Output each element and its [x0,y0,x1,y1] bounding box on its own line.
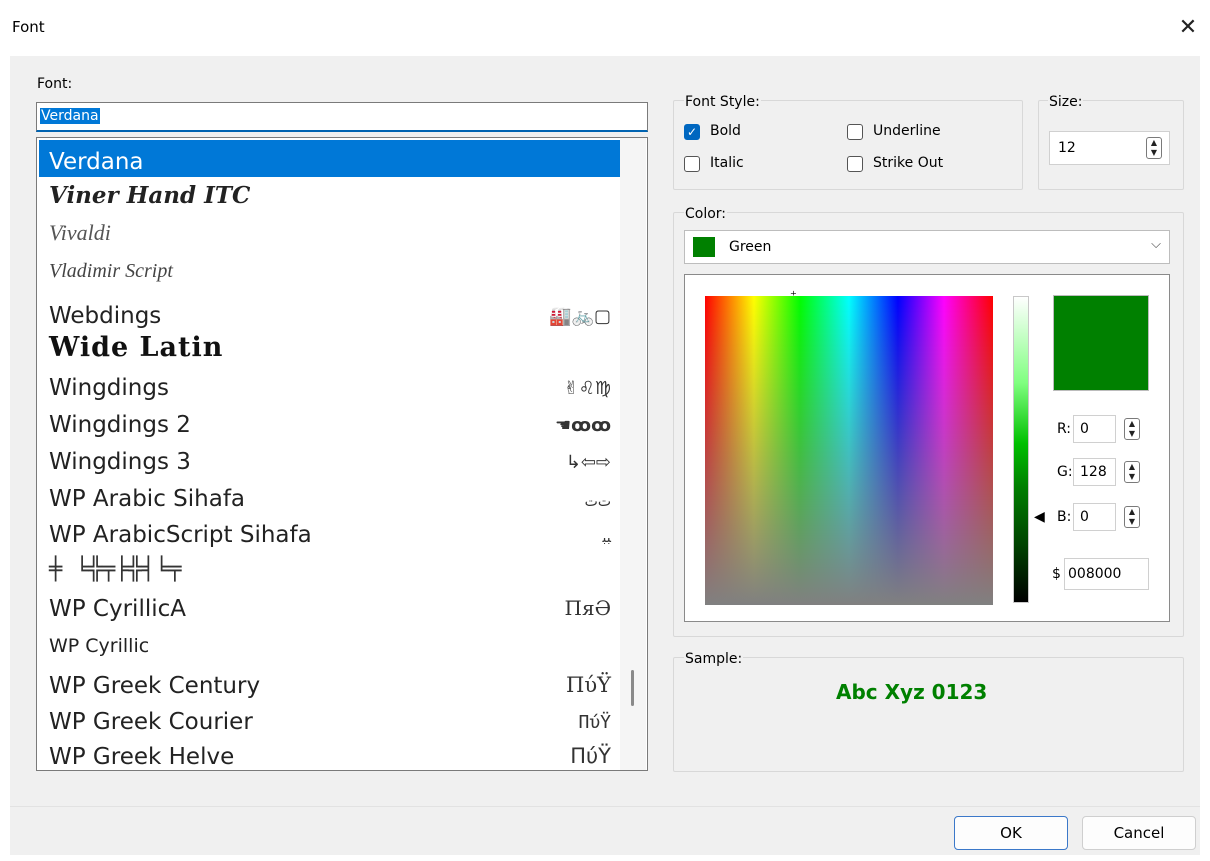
bold-label[interactable]: Bold [710,123,741,139]
color-spectrum[interactable] [705,296,993,605]
font-item-name: WP Greek Century [49,673,261,699]
green-spin-buttons[interactable]: ▲ ▼ [1124,461,1140,483]
italic-checkbox[interactable] [684,156,700,172]
font-list-item[interactable]: Vladimir Script [39,248,621,285]
font-style-label: Font Style: [684,94,761,110]
red-label: R: [1057,421,1072,437]
title-bar [0,0,1210,56]
strikeout-label[interactable]: Strike Out [873,155,943,171]
size-value: 12 [1058,140,1076,156]
green-input[interactable]: 128 [1073,458,1116,486]
font-item-name: Vivaldi [49,220,111,245]
italic-label[interactable]: Italic [710,155,744,171]
cancel-button[interactable]: Cancel [1082,816,1196,850]
hex-input[interactable]: 008000 [1064,558,1149,590]
color-dropdown[interactable]: Green ⌵ [684,230,1170,264]
font-item-name: Verdana [49,149,144,175]
blue-label: B: [1057,509,1072,525]
font-item-sample: ﺒﺒ [602,530,611,546]
font-list-item[interactable]: Wingdings 3 ↳⇦⇨ [39,440,621,477]
font-list-item[interactable]: Wingdings 2 ☚ꝏꝏ [39,403,621,440]
size-spin-buttons[interactable]: ▲ ▼ [1146,137,1162,159]
font-list-item[interactable]: WP CyrillicA ПяӘ [39,587,621,624]
blue-value: 0 [1080,509,1089,525]
font-label-text: Font: [37,76,73,92]
color-dropdown-value: Green [729,239,772,255]
font-item-name: Wingdings [49,375,169,401]
font-list-item[interactable]: Vivaldi [39,211,621,248]
font-list-item[interactable]: Wingdings ✌♌♍ [39,366,621,403]
font-item-name: Wide Latin [49,332,224,363]
font-list-item[interactable]: ╪ ╘╬╤╞╬╡╘╤ [39,547,621,584]
green-value: 128 [1080,464,1107,480]
font-list-item[interactable]: WP Greek Helve ΠύΫ [39,735,621,770]
font-list[interactable]: Verdana Viner Hand ITC Vivaldi Vladimir … [36,137,648,771]
font-list-scroll-thumb[interactable] [631,670,634,706]
font-label: Font: [37,76,72,92]
font-item-sample: ΠύΫ [566,673,611,697]
window-title: Font [12,18,45,36]
font-item-sample: ☚ꝏꝏ [555,415,611,436]
font-list-item[interactable]: WP Greek Courier ΠύΫ [39,700,621,737]
font-style-group [673,100,1023,190]
hex-value: 008000 [1068,566,1122,582]
green-label: G: [1057,464,1073,480]
ok-button[interactable]: OK [954,816,1068,850]
font-list-item[interactable]: Viner Hand ITC [39,174,621,211]
font-name-input[interactable]: Verdana [36,102,648,132]
hex-label: $ [1052,566,1061,582]
red-value: 0 [1080,421,1089,437]
font-list-item[interactable]: Verdana [39,140,621,177]
blue-input[interactable]: 0 [1073,503,1116,531]
font-item-name: WP Greek Courier [49,709,253,735]
font-item-sample: ✌♌♍ [563,378,611,399]
size-label: Size: [1048,94,1084,110]
font-item-sample: ΠύΫ [570,744,611,768]
font-list-item[interactable]: WP Cyrillic [39,622,621,659]
sample-label: Sample: [684,651,744,667]
font-item-name: Wingdings 2 [49,412,191,438]
red-input[interactable]: 0 [1073,415,1116,443]
close-icon[interactable]: ✕ [1172,12,1204,44]
font-item-name: Webdings [49,303,162,329]
size-spinner[interactable]: 12 ▲ ▼ [1049,131,1170,165]
font-list-item[interactable]: WP Greek Century ΠύΫ [39,664,621,701]
luminance-pointer-icon[interactable]: ◀ [1034,509,1045,525]
font-list-item[interactable]: Webdings 🏭🚲▢ [39,294,621,331]
color-preview-swatch [1053,295,1149,391]
font-item-name: Wingdings 3 [49,449,191,475]
sample-text: Abc Xyz 0123 [836,680,988,704]
font-item-name: Vladimir Script [49,260,173,282]
bold-checkbox[interactable]: ✓ [684,124,700,140]
color-label: Color: [684,206,728,222]
font-item-sample: ↳⇦⇨ [565,452,611,473]
font-list-item[interactable]: WP ArabicScript Sihafa ﺒﺒ [39,513,621,550]
luminance-slider[interactable] [1013,296,1029,603]
font-item-sample: 🏭🚲▢ [549,306,611,327]
strikeout-checkbox[interactable] [847,156,863,172]
sample-group [673,657,1184,772]
font-item-name: ╪ ╘╬╤╞╬╡╘╤ [49,557,182,582]
font-list-item[interactable]: WP Arabic Sihafa ﺕﺕ [39,477,621,514]
font-item-name: WP ArabicScript Sihafa [49,522,312,548]
font-item-sample: ﺕﺕ [584,494,611,510]
chevron-down-icon: ⌵ [1151,237,1161,252]
font-item-name: WP Greek Helve [49,744,235,770]
font-name-input-value: Verdana [40,108,100,124]
font-item-name: Viner Hand ITC [49,182,251,209]
font-item-sample: ПяӘ [564,596,611,620]
blue-spin-buttons[interactable]: ▲ ▼ [1124,506,1140,528]
font-item-sample: ΠύΫ [578,712,611,733]
underline-checkbox[interactable] [847,124,863,140]
font-item-name: WP Arabic Sihafa [49,486,246,512]
color-dropdown-swatch [693,237,715,257]
font-list-item[interactable]: Wide Latin [39,328,621,365]
underline-label[interactable]: Underline [873,123,941,139]
font-item-name: WP Cyrillic [49,635,150,657]
red-spin-buttons[interactable]: ▲ ▼ [1124,418,1140,440]
font-item-name: WP CyrillicA [49,596,186,622]
spectrum-crosshair-icon: ⁺ [790,289,797,304]
